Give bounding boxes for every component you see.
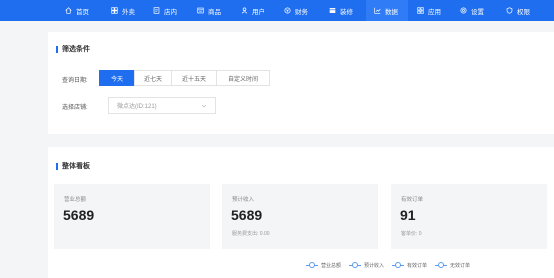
legend-item-expected-income[interactable]: 预计收入 [349, 260, 384, 270]
stat-card-revenue: 营业总额 5689 [54, 184, 210, 249]
stat-sub: 服务费支出: 0.00 [232, 231, 270, 237]
legend-item-valid-orders[interactable]: 有效订单 [392, 260, 427, 270]
nav-item-label: 装修 [340, 8, 353, 16]
nav-item-user[interactable]: 用户 [241, 0, 265, 21]
legend-item-revenue[interactable]: 营业总额 [306, 260, 341, 270]
stat-value: 91 [400, 207, 416, 223]
filter-title-text: 筛选条件 [62, 46, 90, 53]
legend-label: 预计收入 [364, 262, 385, 269]
store-select[interactable]: 微点达(ID:121) [108, 97, 216, 114]
nav-item-store[interactable]: 店内 [153, 0, 177, 21]
user-icon [241, 7, 248, 14]
legend-label: 无效订单 [450, 262, 471, 269]
apps-icon [417, 7, 424, 14]
legend-label: 有效订单 [407, 262, 428, 269]
nav-item-home[interactable]: 首页 [65, 0, 89, 21]
stat-label: 营业总额 [64, 197, 87, 203]
stat-value: 5689 [231, 207, 263, 223]
nav-item-label: 财务 [295, 8, 308, 16]
nav-item-permission[interactable]: 权限 [506, 0, 530, 21]
decorate-icon [329, 7, 336, 14]
title-accent-bar [56, 45, 58, 53]
stat-card-expected-income: 预计收入 5689 服务费支出: 0.00 [222, 184, 378, 249]
goods-icon [197, 7, 204, 14]
overview-title-text: 整体看板 [62, 163, 90, 170]
stat-value: 5689 [63, 207, 95, 223]
legend-line-icon [349, 262, 361, 268]
date-option-label: 自定义时间 [227, 76, 258, 83]
date-option-15days[interactable]: 近十五天 [171, 70, 217, 86]
nav-item-label: 应用 [428, 8, 441, 16]
nav-item-label: 外卖 [122, 8, 135, 16]
stat-label: 预计收入 [232, 197, 255, 203]
finance-icon [284, 7, 291, 14]
permission-icon [506, 7, 513, 14]
date-option-label: 今天 [110, 76, 123, 83]
date-label: 查询日期: [62, 78, 88, 84]
takeout-icon [111, 7, 118, 14]
legend-label: 营业总额 [321, 262, 342, 269]
store-label: 选择店铺: [62, 105, 88, 111]
nav-item-label: 用户 [252, 8, 265, 16]
nav-item-finance[interactable]: 财务 [284, 0, 308, 21]
stat-card-valid-orders: 有效订单 91 客单价: 0 [391, 184, 547, 249]
home-icon [65, 7, 72, 14]
filter-section-title: 筛选条件 [56, 44, 90, 54]
legend-line-icon [435, 262, 447, 268]
nav-item-label: 设置 [471, 8, 484, 16]
legend-item-invalid-orders[interactable]: 无效订单 [435, 260, 470, 270]
chart-icon [374, 7, 381, 14]
nav-item-label: 首页 [76, 8, 89, 16]
stat-label: 有效订单 [401, 197, 424, 203]
overview-section-title: 整体看板 [56, 161, 90, 171]
date-option-custom[interactable]: 自定义时间 [216, 70, 270, 86]
nav-item-goods[interactable]: 商品 [197, 0, 221, 21]
date-option-label: 近七天 [143, 76, 162, 83]
nav-item-label: 商品 [208, 8, 221, 16]
date-option-today[interactable]: 今天 [99, 70, 135, 86]
nav-item-apps[interactable]: 应用 [417, 0, 441, 21]
date-option-7days[interactable]: 近七天 [134, 70, 172, 86]
nav-item-takeout[interactable]: 外卖 [111, 0, 135, 21]
nav-item-label: 权限 [517, 8, 530, 16]
legend-line-icon [392, 262, 404, 268]
nav-item-settings[interactable]: 设置 [460, 0, 484, 21]
nav-item-label: 数据 [385, 8, 398, 16]
chevron-down-icon [201, 103, 207, 109]
legend-line-icon [306, 262, 318, 268]
store-icon [153, 7, 160, 14]
settings-icon [460, 7, 467, 14]
title-accent-bar [56, 162, 58, 170]
nav-item-decorate[interactable]: 装修 [329, 0, 353, 21]
store-select-value: 微点达(ID:121) [117, 104, 157, 110]
top-nav: 首页 外卖 店内 商品 用户 财务 装修 数据 应用 设置 权限 [0, 0, 554, 21]
nav-item-data[interactable]: 数据 [366, 0, 408, 21]
stat-sub: 客单价: 0 [401, 231, 422, 237]
date-option-label: 近十五天 [181, 76, 206, 83]
nav-item-label: 店内 [164, 8, 177, 16]
